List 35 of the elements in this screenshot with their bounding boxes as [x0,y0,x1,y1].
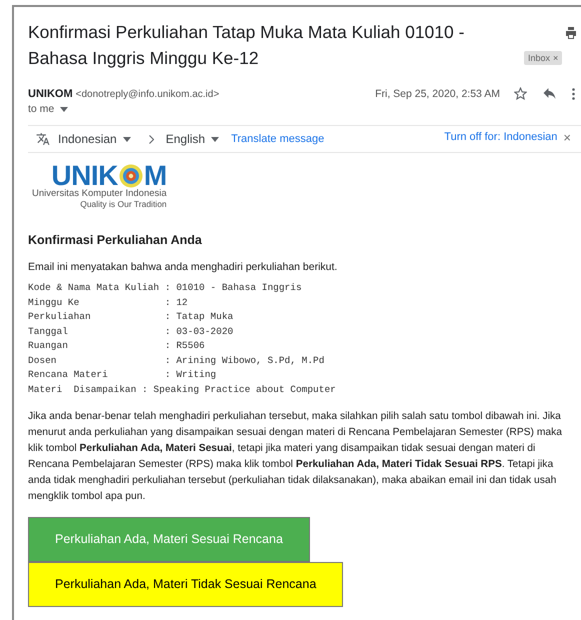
detail-line: Materi Disampaikan : Speaking Practice about Computer [28,382,337,396]
print-icon[interactable] [565,27,577,39]
email-date: Fri, Sep 25, 2020, 2:53 AM [375,88,500,100]
caret-icon [211,136,220,142]
inbox-label[interactable]: Inbox × [524,51,562,65]
recipient-text: to me [28,103,54,115]
confirm-button[interactable]: Perkuliahan Ada, Materi Sesuai Rencana [28,517,310,562]
caret-icon [60,106,68,112]
translate-icon [36,132,50,146]
reply-icon[interactable] [543,88,556,99]
detail-line: Tanggal : 03-03-2020 [28,324,234,338]
detail-line: Kode & Nama Mata Kuliah : 01010 - Bahasa Inggris [28,281,303,295]
close-icon[interactable]: × [563,130,571,144]
target-language-dropdown[interactable]: English [166,132,220,146]
sender-name: UNIKOM [28,88,73,100]
source-language-dropdown[interactable]: Indonesian [58,132,131,146]
translate-message-link[interactable]: Translate message [231,133,324,145]
detail-line: Rencana Materi : Writing [28,368,218,382]
detail-line: Perkuliahan : Tatap Muka [28,310,234,324]
caret-icon [122,136,131,142]
detail-line: Ruangan : R5506 [28,339,206,353]
instructions-paragraph: Jika anda benar-benar telah menghadiri perkuliahan tersebut, maka silahkan pilih salah satu tombol dibawah ini. Jika menurut anda perkuliahan yang disampaikan sesuai dengan materi di Rencana Pembelajaran Semester (RPS) maka klik tombol Perkuliahan Ada, Materi Sesuai, tetapi jika materi yang disampaikan tidak sesuai dengan materi di Rencana Pembelajaran Semester (RPS) maka klik tombol Perkuliahan Ada, Materi Tidak Sesuai RPS. Tetapi jika anda tidak menghadiri perkuliahan tersebut (perkuliahan tidak dilaksanakan), maka abaikan email ini dan tidak usah mengklik tombol apa pun. [28,410,564,504]
star-icon[interactable] [514,87,527,100]
more-icon[interactable] [572,88,575,100]
detail-line: Minggu Ke : 12 [28,296,189,310]
intro-text: Email ini menyatakan bahwa anda menghadiri perkuliahan berikut. [28,261,338,273]
sender-address: <donotreply@info.unikom.ac.id> [76,88,220,100]
university-logo: UNIK M Universitas Komputer Indonesia Quality is Our Tradition [32,163,167,209]
detail-line: Dosen : Arining Wibowo, S.Pd, M.Pd [28,354,326,368]
chevron-right-icon [148,134,154,144]
body-heading: Konfirmasi Perkuliahan Anda [28,233,203,247]
turn-off-translation-link[interactable]: Turn off for: Indonesian [444,131,558,143]
subject-text: Konfirmasi Perkuliahan Tatap Muka Mata Kuliah 01010 - Bahasa Inggris Minggu Ke-12 [28,21,466,70]
emblem-icon [118,164,143,188]
confirm-button[interactable]: Perkuliahan Ada, Materi Tidak Sesuai Rencana [28,562,344,607]
